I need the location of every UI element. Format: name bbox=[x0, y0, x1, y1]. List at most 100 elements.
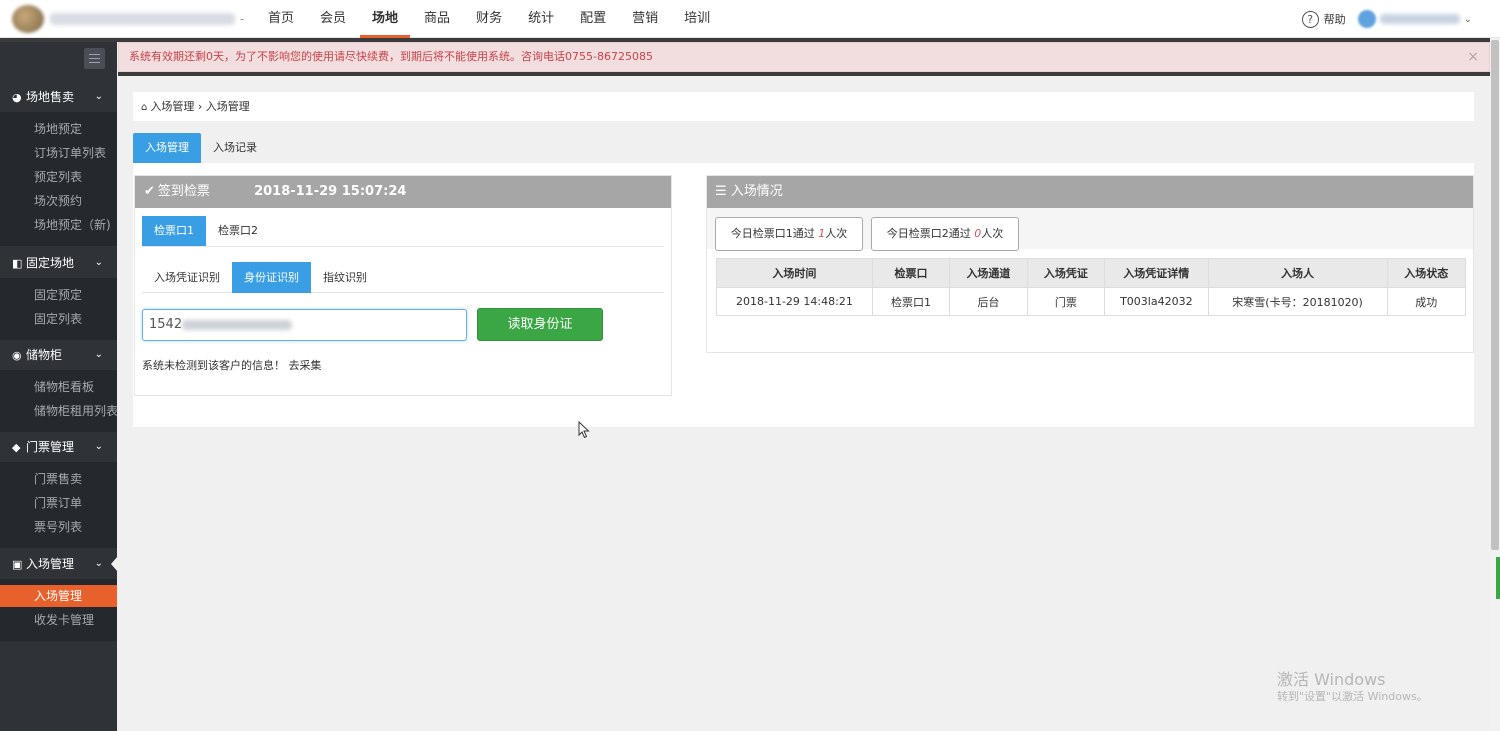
tab-gate-2[interactable]: 检票口2 bbox=[206, 216, 270, 246]
gate-2-prefix: 今日检票口2通过 bbox=[886, 227, 971, 240]
checkin-header: ✔ 签到检票 2018-11-29 15:07:24 bbox=[135, 176, 671, 208]
table-cell: 宋寒雪(卡号：20181020) bbox=[1207, 287, 1388, 316]
tab-entry-records[interactable]: 入场记录 bbox=[201, 133, 269, 163]
venue-name-redacted bbox=[50, 13, 235, 25]
sidebar-item-3-1[interactable]: 门票订单 bbox=[0, 492, 117, 514]
table-cell: 检票口1 bbox=[871, 287, 951, 316]
table-cell: 后台 bbox=[949, 287, 1028, 316]
nav-item-2[interactable]: 场地 bbox=[360, 0, 411, 38]
username-redacted[interactable] bbox=[1379, 14, 1460, 24]
chevron-down-icon[interactable]: ⌄ bbox=[95, 82, 103, 112]
sidebar-group-2[interactable]: ◉ 储物柜 ⌄ bbox=[0, 340, 117, 370]
checkmark-icon: ✔ bbox=[144, 184, 155, 199]
help-icon[interactable]: ? bbox=[1301, 10, 1319, 28]
sidebar-group-0[interactable]: ◕ 场地售卖 ⌄ bbox=[0, 82, 117, 112]
sidebar-group-label: 场地售卖 bbox=[26, 90, 75, 104]
tab-voucher-recognition[interactable]: 入场凭证识别 bbox=[142, 262, 232, 293]
checkin-title: 签到检票 bbox=[157, 184, 210, 199]
sidebar-item-3-2[interactable]: 票号列表 bbox=[0, 516, 117, 538]
scroll-thumb[interactable] bbox=[1491, 40, 1499, 550]
nav-item-7[interactable]: 营销 bbox=[620, 0, 670, 38]
chevron-down-icon[interactable]: ⌄ bbox=[95, 549, 103, 579]
nav-item-1[interactable]: 会员 bbox=[308, 0, 358, 38]
column-header: 入场时间 bbox=[716, 258, 873, 288]
nav-item-6[interactable]: 配置 bbox=[568, 0, 618, 38]
chevron-down-icon[interactable]: ⌄ bbox=[1464, 14, 1472, 25]
sidebar-item-0-1[interactable]: 订场订单列表 bbox=[0, 142, 117, 164]
nav-item-8[interactable]: 培训 bbox=[672, 0, 722, 38]
id-number-redacted bbox=[182, 319, 293, 330]
chevron-down-icon[interactable]: ⌄ bbox=[95, 432, 103, 462]
home-icon[interactable]: ⌂ bbox=[141, 102, 147, 113]
logo-separator: - bbox=[240, 12, 245, 26]
breadcrumb: ⌂ 入场管理 › 入场管理 bbox=[133, 92, 1474, 121]
table-cell: 2018-11-29 14:48:21 bbox=[716, 287, 873, 316]
sidebar-group-label: 入场管理 bbox=[26, 557, 75, 571]
sidebar-item-4-0[interactable]: 入场管理 bbox=[0, 585, 117, 607]
sidebar-group-3[interactable]: ◆ 门票管理 ⌄ bbox=[0, 432, 117, 462]
column-header: 入场通道 bbox=[949, 258, 1028, 288]
close-icon[interactable]: × bbox=[1467, 43, 1479, 71]
sidebar-item-2-1[interactable]: 储物柜租用列表 bbox=[0, 400, 118, 422]
sidebar-item-1-1[interactable]: 固定列表 bbox=[0, 308, 117, 330]
sidebar-item-0-2[interactable]: 预定列表 bbox=[0, 166, 117, 188]
top-navbar: - 首页 会员 场地 商品 财务 统计 配置 营销 培训 ? 帮助 ⌄ bbox=[0, 0, 1500, 38]
gate-1-prefix: 今日检票口1通过 bbox=[730, 227, 815, 240]
sidebar-item-0-3[interactable]: 场次预约 bbox=[0, 190, 117, 212]
tab-id-card-recognition[interactable]: 身份证识别 bbox=[232, 262, 311, 293]
help-link[interactable]: 帮助 bbox=[1324, 11, 1346, 27]
status-header: ☰ 入场情况 bbox=[707, 176, 1473, 208]
mouse-cursor-icon bbox=[578, 421, 590, 439]
table-cell: 门票 bbox=[1026, 287, 1106, 316]
sidebar-item-2-0[interactable]: 储物柜看板 bbox=[0, 376, 117, 398]
side-widget-tab[interactable] bbox=[1496, 557, 1500, 599]
alert-message: 系统有效期还剩0天，为了不影响您的使用请尽快续费，到期后将不能使用系统。咨询电话… bbox=[129, 50, 653, 63]
sidebar-item-4-1[interactable]: 收发卡管理 bbox=[0, 609, 117, 631]
group-icon: ◉ bbox=[12, 349, 22, 362]
gate-tabs: 检票口1 检票口2 bbox=[142, 216, 664, 247]
sidebar-group-1[interactable]: ◧ 固定场地 ⌄ bbox=[0, 248, 117, 278]
breadcrumb-current: 入场管理 bbox=[205, 100, 250, 113]
sidebar-item-0-4[interactable]: 场地预定（新) bbox=[0, 214, 117, 236]
page-tabs: 入场管理 入场记录 bbox=[133, 133, 269, 163]
sidebar-group-label: 固定场地 bbox=[26, 256, 75, 270]
nav-item-3[interactable]: 商品 bbox=[412, 0, 462, 38]
current-datetime: 2018-11-29 15:07:24 bbox=[254, 184, 407, 199]
gate-2-suffix: 人次 bbox=[981, 227, 1004, 240]
tab-fingerprint-recognition[interactable]: 指纹识别 bbox=[311, 262, 379, 293]
chevron-down-icon[interactable]: ⌄ bbox=[95, 340, 103, 370]
sidebar-item-0-0[interactable]: 场地预定 bbox=[0, 118, 117, 140]
nav-item-4[interactable]: 财务 bbox=[464, 0, 514, 38]
gate-1-count-button[interactable]: 今日检票口1通过 1人次 bbox=[715, 217, 863, 251]
column-header: 入场凭证 bbox=[1026, 258, 1106, 288]
group-icon: ◕ bbox=[12, 91, 22, 104]
alert-divider bbox=[118, 72, 1490, 76]
expiry-alert: 系统有效期还剩0天，为了不影响您的使用请尽快续费，到期后将不能使用系统。咨询电话… bbox=[118, 42, 1490, 72]
tab-entry-management[interactable]: 入场管理 bbox=[133, 133, 201, 163]
sidebar-group-4[interactable]: ▣ 入场管理 ⌄ bbox=[0, 549, 117, 579]
notice-text: 系统未检测到该客户的信息！ bbox=[142, 359, 285, 372]
breadcrumb-home[interactable]: 入场管理 bbox=[150, 100, 194, 113]
user-area: ? 帮助 ⌄ bbox=[1301, 0, 1472, 38]
nav-item-0[interactable]: 首页 bbox=[256, 0, 306, 38]
tab-gate-1[interactable]: 检票口1 bbox=[142, 216, 206, 246]
chevron-down-icon[interactable]: ⌄ bbox=[95, 248, 103, 278]
gate-2-count-button[interactable]: 今日检票口2通过 0人次 bbox=[871, 217, 1019, 251]
id-number-input[interactable]: 1542 bbox=[142, 309, 467, 341]
logo[interactable] bbox=[12, 5, 44, 33]
avatar[interactable] bbox=[1357, 10, 1376, 28]
entry-records-table: 入场时间 检票口 入场通道 入场凭证 入场凭证详情 入场人 入场状态 2018-11-29 … bbox=[716, 258, 1467, 316]
sidebar-group-label: 门票管理 bbox=[26, 440, 75, 454]
menu-toggle-icon[interactable] bbox=[84, 48, 105, 69]
nav-item-5[interactable]: 统计 bbox=[516, 0, 566, 38]
sidebar-item-1-0[interactable]: 固定预定 bbox=[0, 284, 117, 306]
sidebar-item-3-0[interactable]: 门票售卖 bbox=[0, 468, 117, 490]
collect-link[interactable]: 去采集 bbox=[289, 359, 322, 372]
page-scrollbar[interactable] bbox=[1490, 38, 1500, 731]
table-row[interactable]: 2018-11-29 14:48:21 检票口1 后台 门票 T003la42032 宋寒… bbox=[716, 287, 1467, 316]
id-number-value: 1542 bbox=[149, 317, 183, 332]
sidebar: ◕ 场地售卖 ⌄ 场地预定 订场订单列表 预定列表 场次预约 场地预定（新) ◧ 固定场地 ⌄ 固定预… bbox=[0, 42, 118, 731]
active-group-pointer bbox=[111, 556, 118, 572]
read-id-card-button[interactable]: 读取身份证 bbox=[477, 308, 603, 341]
group-icon: ▣ bbox=[12, 558, 23, 571]
